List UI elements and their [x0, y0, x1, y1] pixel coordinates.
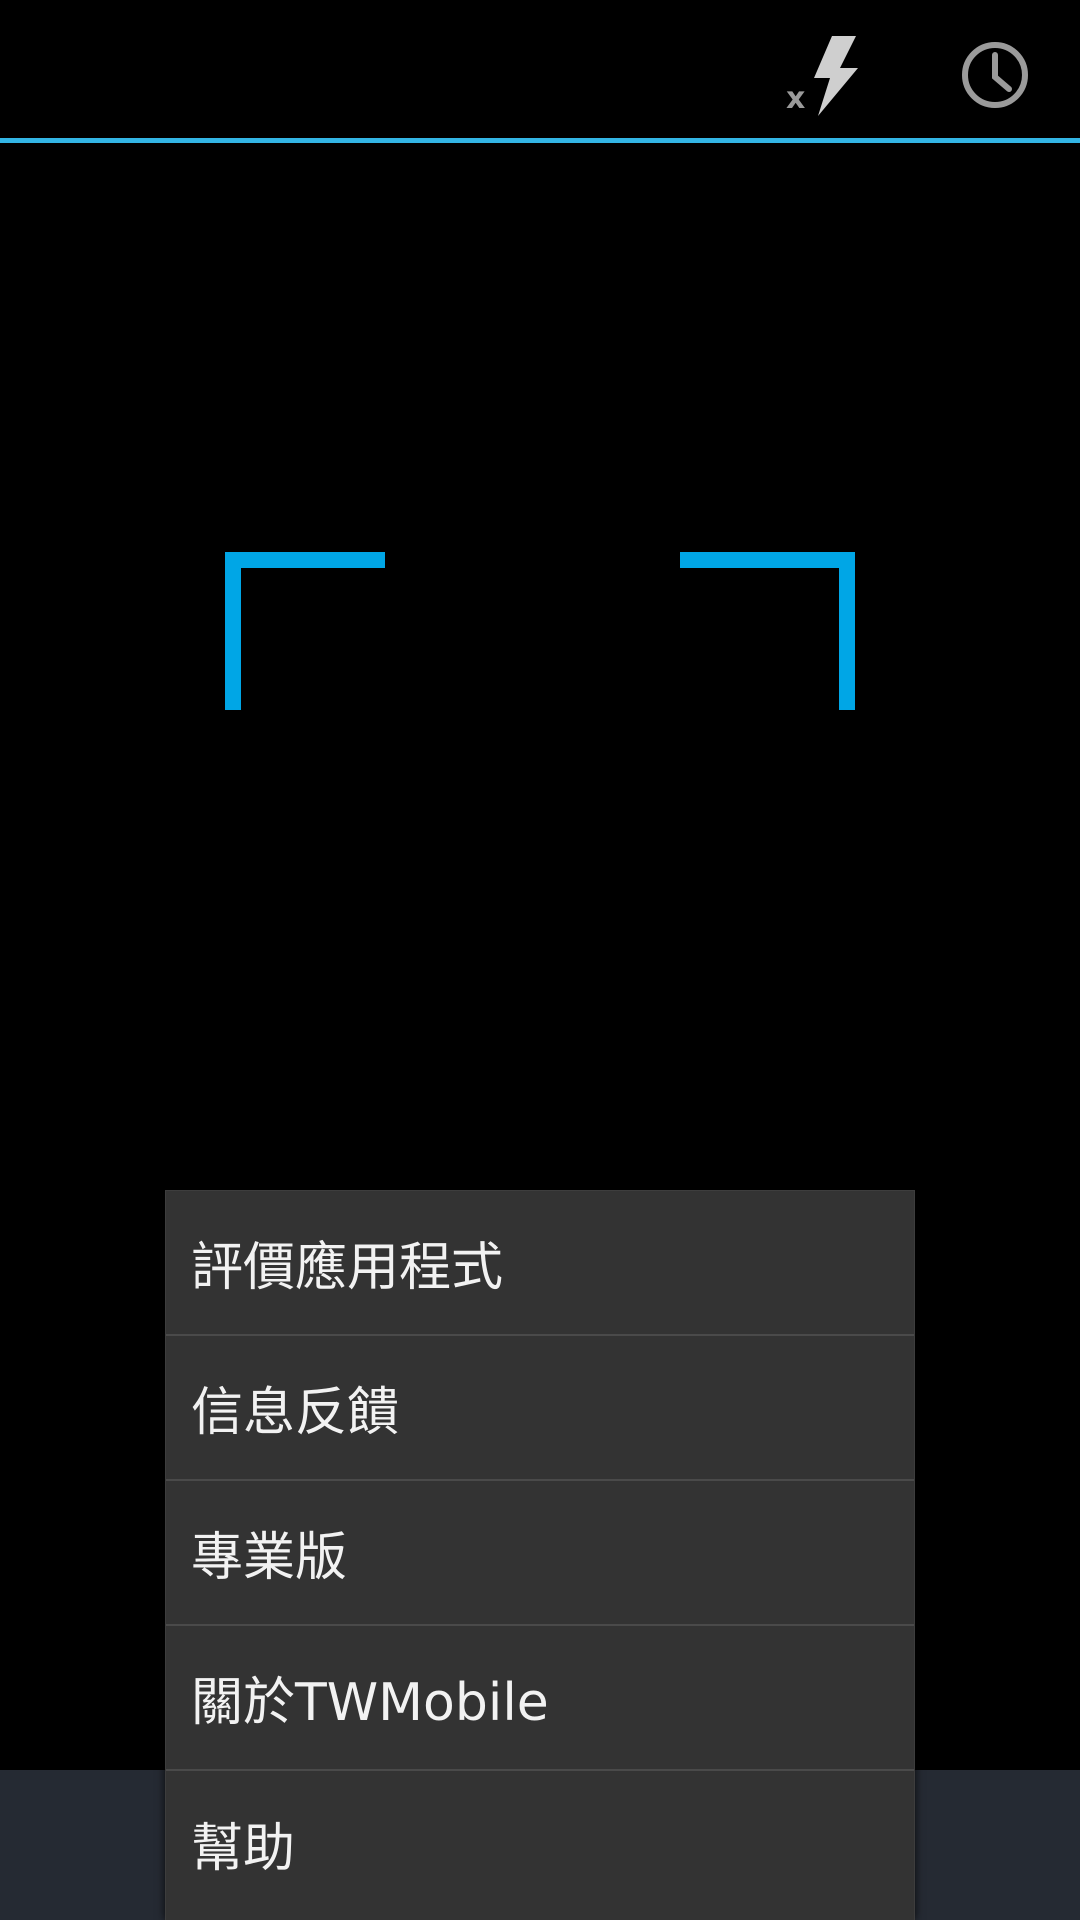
menu-item-feedback[interactable]: 信息反饋 — [166, 1336, 914, 1481]
menu-item-about[interactable]: 關於TWMobile — [166, 1626, 914, 1771]
scan-frame-top-left-corner — [225, 552, 385, 710]
menu-item-label: 評價應用程式 — [191, 1238, 504, 1298]
scan-frame-top-right-corner — [680, 552, 855, 710]
menu-item-help[interactable]: 幫助 — [166, 1771, 914, 1916]
scanner-screen: x 評價應用程式 信息反饋 專業版 關於TWMobile 幫助 — [0, 0, 1080, 1920]
action-bar: x — [0, 0, 1080, 140]
flash-toggle-button[interactable]: x — [770, 20, 880, 130]
svg-text:x: x — [786, 81, 805, 116]
overflow-menu: 評價應用程式 信息反饋 專業版 關於TWMobile 幫助 — [165, 1190, 915, 1920]
menu-item-label: 關於TWMobile — [191, 1673, 549, 1733]
history-button[interactable] — [940, 20, 1050, 130]
menu-item-label: 幫助 — [191, 1819, 296, 1879]
history-clock-icon — [962, 42, 1028, 108]
menu-item-pro-version[interactable]: 專業版 — [166, 1481, 914, 1626]
menu-item-label: 信息反饋 — [191, 1383, 400, 1443]
menu-item-rate-app[interactable]: 評價應用程式 — [166, 1191, 914, 1336]
flash-off-icon: x — [786, 36, 858, 116]
menu-item-label: 專業版 — [191, 1528, 348, 1588]
